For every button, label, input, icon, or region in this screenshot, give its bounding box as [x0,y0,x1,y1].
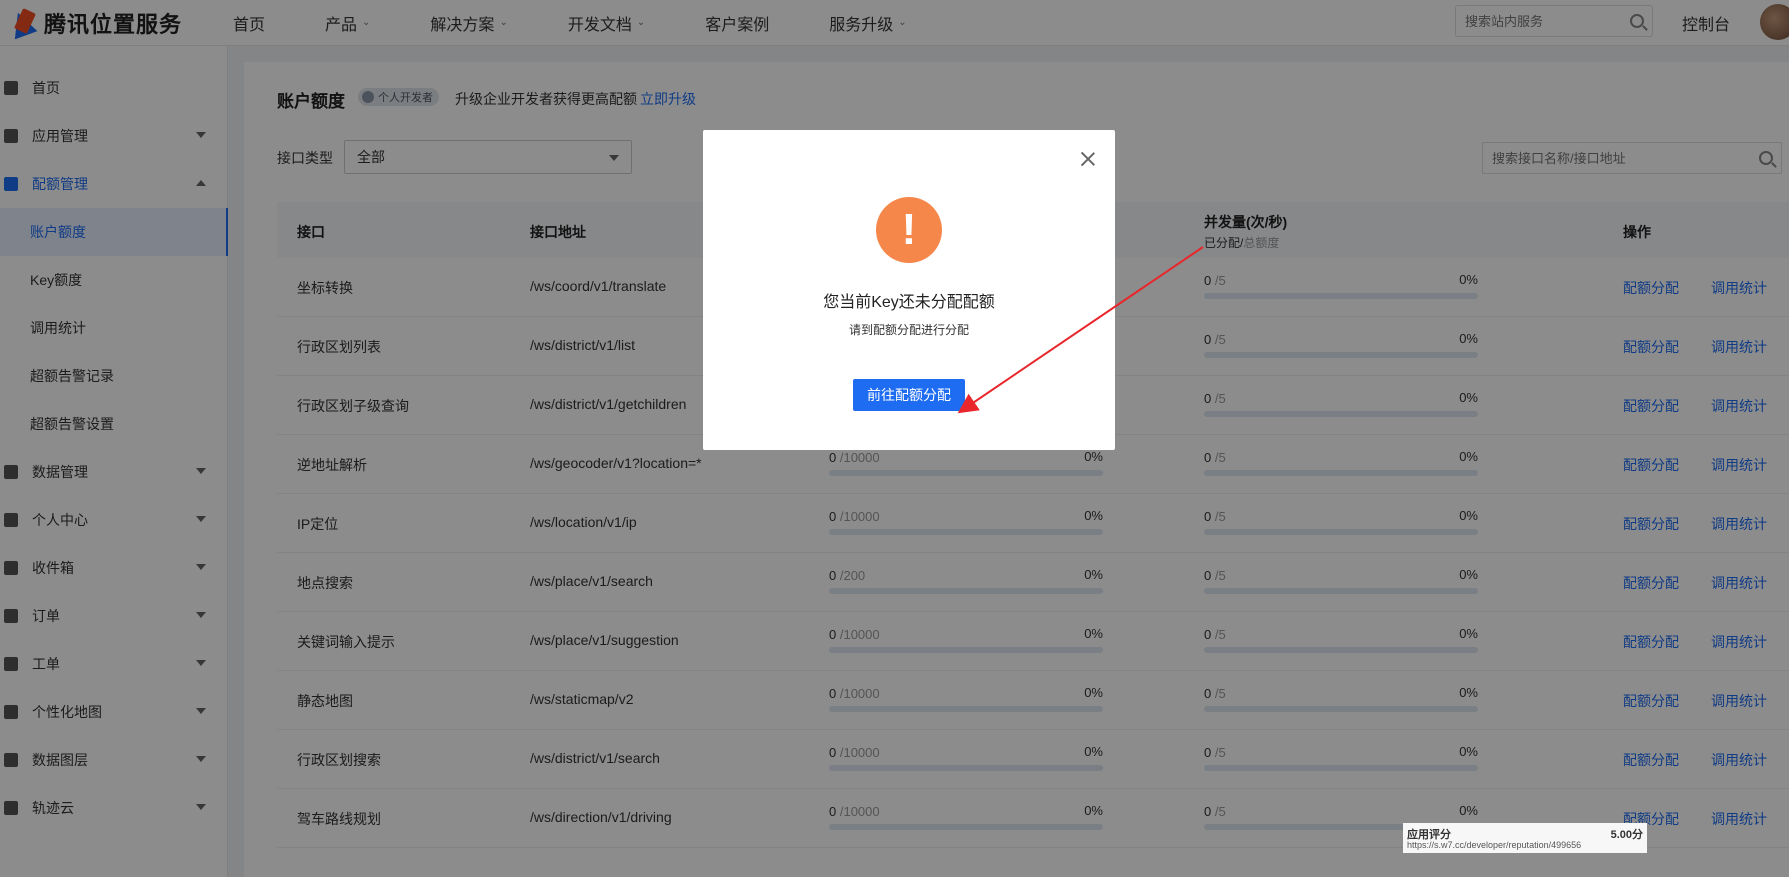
exclamation-icon: ! [876,197,942,263]
rating-score: 5.00分 [1610,829,1643,841]
dialog-description: 请到配额分配进行分配 [848,323,969,337]
rating-url: https://s.w7.cc/developer/reputation/499… [1407,840,1582,850]
dialog-title: 您当前Key还未分配配额 [823,294,995,311]
go-to-quota-allocation-button[interactable]: 前往配额分配 [853,379,965,411]
close-icon[interactable] [1081,152,1095,166]
rating-widget[interactable]: 应用评分 5.00分 https://s.w7.cc/developer/rep… [1403,823,1647,853]
unallocated-quota-dialog: ! 您当前Key还未分配配额 请到配额分配进行分配 前往配额分配 [703,130,1115,450]
